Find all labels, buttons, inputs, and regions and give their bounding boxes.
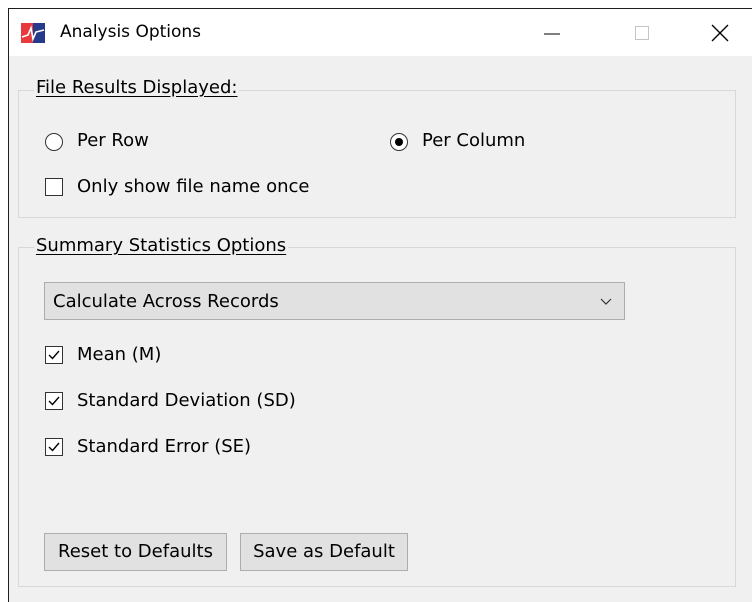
check-icon bbox=[48, 350, 60, 360]
per-row-radio[interactable] bbox=[45, 133, 63, 151]
file-results-group-title: File Results Displayed: bbox=[34, 77, 240, 98]
only-show-file-name-once-label[interactable]: Only show file name once bbox=[77, 176, 310, 197]
maximize-icon bbox=[635, 26, 649, 40]
standard-error-label[interactable]: Standard Error (SE) bbox=[77, 436, 251, 457]
chevron-down-icon bbox=[600, 298, 612, 305]
mean-checkbox[interactable] bbox=[45, 346, 63, 364]
per-column-label[interactable]: Per Column bbox=[422, 130, 525, 151]
calculation-mode-dropdown[interactable]: Calculate Across Records bbox=[44, 282, 625, 320]
mean-label[interactable]: Mean (M) bbox=[77, 344, 161, 365]
summary-statistics-group-title: Summary Statistics Options bbox=[34, 235, 289, 256]
standard-deviation-label[interactable]: Standard Deviation (SD) bbox=[77, 390, 296, 411]
check-icon bbox=[48, 442, 60, 452]
close-button[interactable] bbox=[682, 9, 752, 56]
per-row-label[interactable]: Per Row bbox=[77, 130, 149, 151]
calculation-mode-value: Calculate Across Records bbox=[53, 291, 279, 312]
maximize-button[interactable] bbox=[605, 9, 675, 56]
reset-to-defaults-button[interactable]: Reset to Defaults bbox=[44, 533, 227, 571]
only-show-file-name-once-checkbox[interactable] bbox=[45, 178, 63, 196]
per-column-radio[interactable] bbox=[390, 133, 408, 151]
save-as-default-button[interactable]: Save as Default bbox=[240, 533, 408, 571]
radio-selected-dot bbox=[395, 138, 403, 146]
standard-deviation-checkbox[interactable] bbox=[45, 392, 63, 410]
close-icon bbox=[711, 24, 729, 42]
minimize-button[interactable] bbox=[515, 9, 585, 56]
minimize-icon bbox=[544, 33, 560, 35]
file-results-group bbox=[18, 90, 736, 218]
window-title: Analysis Options bbox=[60, 22, 202, 42]
standard-error-checkbox[interactable] bbox=[45, 438, 63, 456]
check-icon bbox=[48, 396, 60, 406]
app-waveform-icon bbox=[21, 23, 45, 43]
title-bar[interactable]: Analysis Options bbox=[9, 9, 752, 56]
